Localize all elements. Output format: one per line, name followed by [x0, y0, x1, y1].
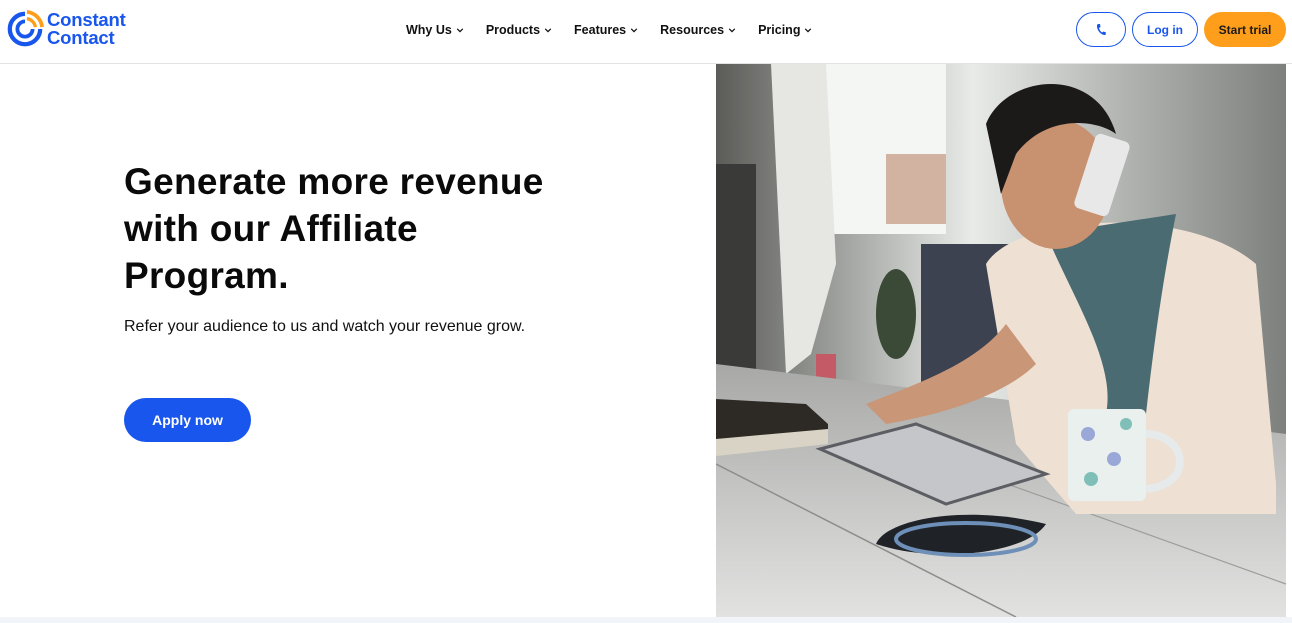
login-button[interactable]: Log in	[1132, 12, 1198, 47]
logo[interactable]: Constant Contact	[6, 10, 126, 48]
hero-title: Generate more revenue with our Affiliate…	[124, 161, 544, 296]
chevron-down-icon	[805, 28, 812, 33]
nav-item-why-us[interactable]: Why Us	[406, 20, 464, 40]
chevron-down-icon	[630, 28, 638, 33]
login-label: Log in	[1147, 22, 1183, 37]
hero-photo-illustration	[716, 64, 1286, 617]
nav-item-features[interactable]: Features	[574, 20, 638, 40]
hero-subtitle: Refer your audience to us and watch your…	[124, 318, 526, 335]
nav-label: Pricing	[758, 23, 801, 37]
nav-item-products[interactable]: Products	[486, 20, 552, 40]
main-nav: Why Us Products Features Resources Prici…	[406, 20, 834, 40]
nav-item-pricing[interactable]: Pricing	[758, 20, 812, 40]
nav-label: Resources	[660, 23, 725, 37]
apply-now-label: Apply now	[152, 412, 223, 428]
logo-line-2: Contact	[47, 27, 115, 48]
nav-label: Why Us	[406, 23, 452, 37]
phone-icon	[1096, 23, 1106, 35]
logo-wordmark: Constant Contact	[47, 10, 126, 48]
chevron-down-icon	[544, 28, 552, 33]
chevron-down-icon	[728, 28, 736, 33]
start-trial-button[interactable]: Start trial	[1204, 12, 1286, 47]
nav-label: Features	[574, 23, 627, 37]
phone-button[interactable]	[1076, 12, 1126, 47]
chevron-down-icon	[456, 28, 464, 33]
hero-image	[716, 64, 1286, 617]
nav-label: Products	[485, 23, 541, 37]
start-trial-label: Start trial	[1218, 22, 1272, 37]
hero-text: Generate more revenue with our Affiliate…	[124, 158, 584, 341]
apply-now-button[interactable]: Apply now	[124, 398, 251, 442]
constant-contact-logo-icon	[7, 10, 44, 47]
nav-item-resources[interactable]: Resources	[660, 20, 736, 40]
section-divider	[0, 617, 1292, 623]
header-actions: Log in Start trial	[1076, 12, 1286, 47]
site-header: Constant Contact Why Us Products Feature…	[0, 0, 1292, 64]
